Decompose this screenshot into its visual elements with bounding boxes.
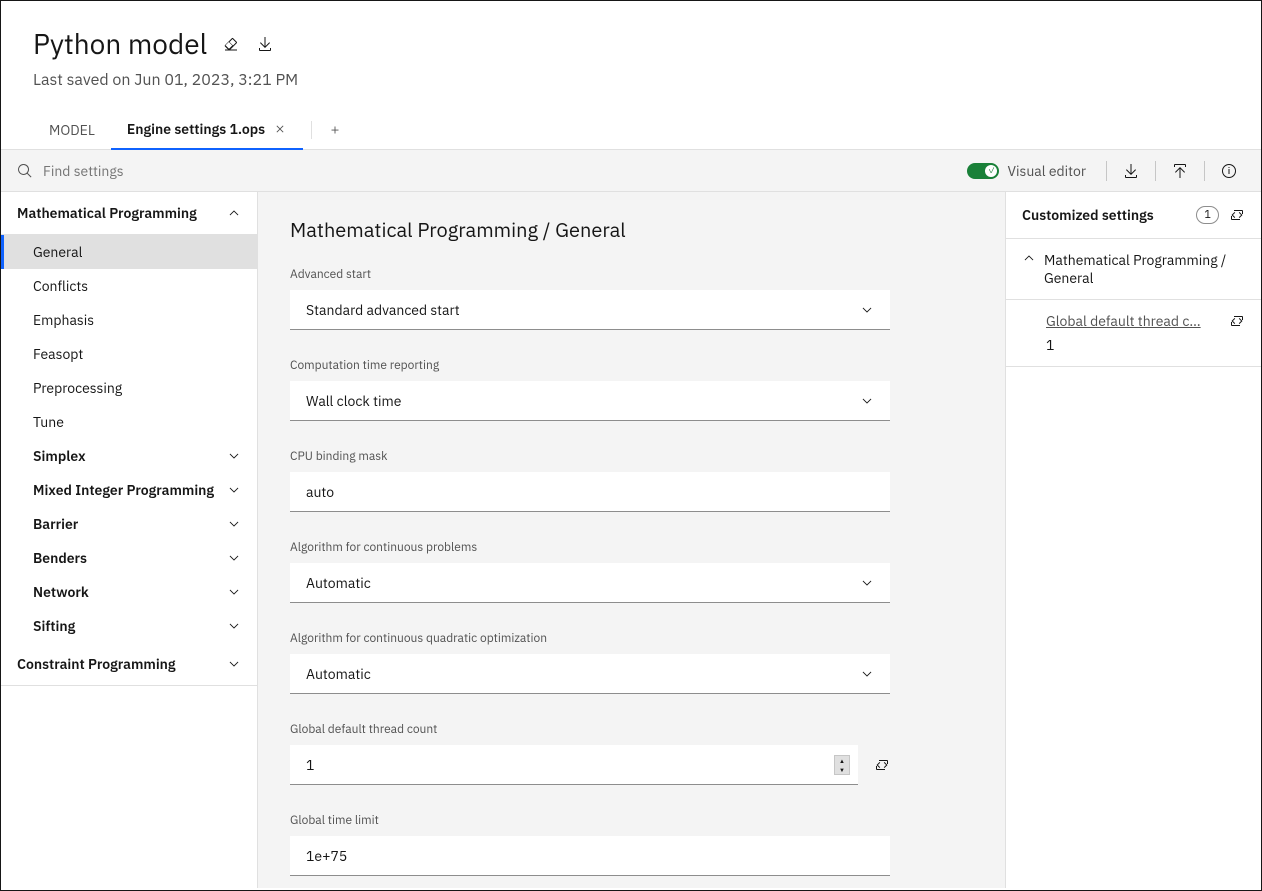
divider [311,121,312,139]
divider [1204,161,1205,181]
field-label: Computation time reporting [290,358,890,373]
field-label: Global default thread count [290,722,890,737]
field-label: Algorithm for continuous problems [290,540,890,555]
chevron-down-icon [227,449,241,463]
field-algo-quad: Algorithm for continuous quadratic optim… [290,631,890,694]
field-algo-cont: Algorithm for continuous problems Automa… [290,540,890,603]
toolbar: ✓ Visual editor [1,150,1261,192]
sidebar-item-mip[interactable]: Mixed Integer Programming [1,473,257,507]
main: Mathematical Programming General Conflic… [1,192,1261,888]
field-advanced-start: Advanced start Standard advanced start [290,267,890,330]
sidebar-item-benders[interactable]: Benders [1,541,257,575]
export-icon[interactable] [1164,159,1196,183]
tab-model[interactable]: MODEL [33,111,111,149]
chevron-down-icon [227,585,241,599]
field-label: CPU binding mask [290,449,890,464]
divider [1155,161,1156,181]
search-wrap [1,162,967,180]
chevron-down-icon [227,619,241,633]
stepper-down-icon[interactable]: ▼ [835,765,849,774]
toolbar-right: ✓ Visual editor [967,159,1261,183]
breadcrumb: Mathematical Programming / General [290,216,973,243]
tab-engine-settings[interactable]: Engine settings 1.ops [111,110,303,150]
search-input[interactable] [43,162,951,180]
page-title: Python model [33,25,207,62]
header: Python model Last saved on Jun 01, 2023,… [1,1,1261,90]
field-label: Advanced start [290,267,890,282]
right-panel-item: Global default thread c… 1 [1006,300,1261,367]
stepper-up-icon[interactable]: ▲ [835,756,849,765]
stepper[interactable]: ▲ ▼ [834,755,850,775]
reset-icon[interactable] [1229,313,1245,329]
chevron-down-icon [227,657,241,671]
field-time-limit: Global time limit 1e+75 [290,813,890,876]
select-advanced-start[interactable]: Standard advanced start [290,290,890,330]
erase-icon[interactable] [223,36,239,52]
right-panel: Customized settings 1 Mathematical Progr… [1005,192,1261,888]
input-cpu-mask[interactable]: auto [290,472,890,512]
chevron-down-icon [860,576,874,590]
sidebar-group-constraint[interactable]: Constraint Programming [1,643,257,686]
close-icon[interactable] [273,122,287,136]
select-algo-cont[interactable]: Automatic [290,563,890,603]
content: Mathematical Programming / General Advan… [258,192,1005,888]
last-saved: Last saved on Jun 01, 2023, 3:21 PM [33,70,1229,90]
sidebar-item-emphasis[interactable]: Emphasis [1,303,257,337]
download-icon[interactable] [257,36,273,52]
divider [1106,161,1107,181]
right-panel-title: Customized settings [1022,206,1154,224]
tabs: MODEL Engine settings 1.ops [1,110,1261,150]
toggle-label: Visual editor [1007,162,1086,180]
download-icon[interactable] [1115,159,1147,183]
sidebar-item-simplex[interactable]: Simplex [1,439,257,473]
sidebar-item-general[interactable]: General [1,235,257,269]
reset-icon[interactable] [1229,207,1245,223]
right-panel-header: Customized settings 1 [1006,192,1261,239]
field-comp-time: Computation time reporting Wall clock ti… [290,358,890,421]
chevron-down-icon [860,303,874,317]
chevron-down-icon [227,551,241,565]
visual-editor-toggle[interactable]: ✓ [967,163,999,179]
sidebar-item-sifting[interactable]: Sifting [1,609,257,643]
chevron-down-icon [227,483,241,497]
sidebar-item-tune[interactable]: Tune [1,405,257,439]
sidebar-item-barrier[interactable]: Barrier [1,507,257,541]
input-time-limit[interactable]: 1e+75 [290,836,890,876]
sidebar-item-preprocessing[interactable]: Preprocessing [1,371,257,405]
sidebar-group-math[interactable]: Mathematical Programming [1,192,257,235]
chevron-up-icon [1022,251,1036,265]
sidebar-item-feasopt[interactable]: Feasopt [1,337,257,371]
chevron-down-icon [860,394,874,408]
count-badge: 1 [1196,206,1219,224]
select-algo-quad[interactable]: Automatic [290,654,890,694]
field-thread-count: Global default thread count 1 ▲ ▼ [290,722,890,785]
title-row: Python model [33,25,1229,62]
chevron-down-icon [227,517,241,531]
info-icon[interactable] [1213,159,1245,183]
chevron-down-icon [860,667,874,681]
title-actions [223,36,273,52]
chevron-up-icon [227,206,241,220]
sidebar: Mathematical Programming General Conflic… [1,192,258,888]
field-cpu-mask: CPU binding mask auto [290,449,890,512]
field-label: Global time limit [290,813,890,828]
select-comp-time[interactable]: Wall clock time [290,381,890,421]
right-panel-item-name[interactable]: Global default thread c… [1046,312,1201,330]
sidebar-item-network[interactable]: Network [1,575,257,609]
right-panel-group[interactable]: Mathematical Programming / General [1006,239,1261,300]
input-thread-count[interactable]: 1 [290,745,858,785]
right-panel-item-value: 1 [1046,336,1245,354]
reset-icon[interactable] [874,757,890,773]
search-icon [17,163,33,179]
add-tab-button[interactable] [320,119,350,141]
field-label: Algorithm for continuous quadratic optim… [290,631,890,646]
sidebar-item-conflicts[interactable]: Conflicts [1,269,257,303]
